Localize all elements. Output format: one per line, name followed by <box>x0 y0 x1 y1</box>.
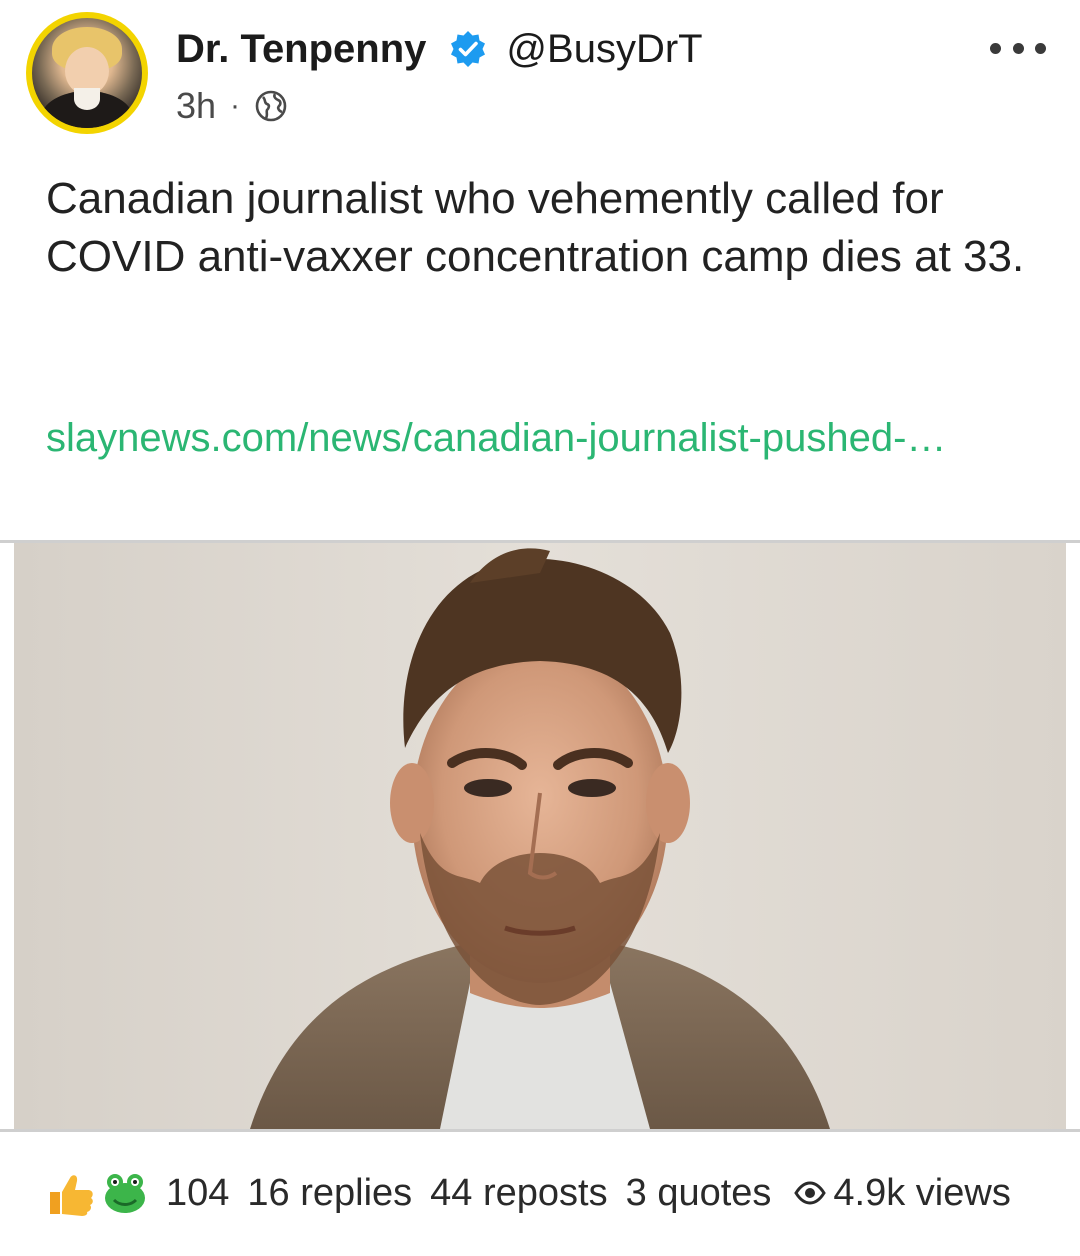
reactions-count[interactable]: 104 <box>166 1172 229 1215</box>
meta-separator: · <box>230 89 241 122</box>
post-link[interactable]: slaynews.com/news/canadian-journalist-pu… <box>46 410 1026 467</box>
globe-icon <box>255 90 287 122</box>
reaction-icons[interactable] <box>44 1168 152 1218</box>
replies-count[interactable]: 16 replies <box>247 1172 412 1215</box>
author-line: Dr. Tenpenny @BusyDrT <box>176 24 703 74</box>
quotes-count[interactable]: 3 quotes <box>626 1172 772 1215</box>
more-dot <box>1012 42 1024 54</box>
more-dot <box>1035 42 1046 54</box>
post-stats: 104 16 replies 44 reposts 3 quotes 4.9k … <box>0 1150 1080 1236</box>
views-count: 4.9k views <box>793 1171 1011 1215</box>
display-name[interactable]: Dr. Tenpenny <box>176 27 426 72</box>
post-meta: 3h · <box>176 84 288 128</box>
author-handle[interactable]: @BusyDrT <box>506 27 702 72</box>
post-text: Canadian journalist who vehemently calle… <box>46 174 1025 281</box>
avatar[interactable] <box>26 12 148 134</box>
verified-badge-icon <box>451 31 486 67</box>
portrait-photo <box>14 543 1066 1129</box>
more-options-button[interactable] <box>990 30 1046 66</box>
frog-emoji-icon <box>105 1174 145 1213</box>
more-dot <box>990 42 1001 54</box>
reposts-count[interactable]: 44 reposts <box>430 1172 607 1215</box>
thumbs-up-icon <box>50 1175 93 1216</box>
post-header: Dr. Tenpenny @BusyDrT 3h · <box>0 0 1080 150</box>
views-label: 4.9k views <box>833 1171 1011 1214</box>
eye-icon <box>794 1181 827 1205</box>
post-image[interactable] <box>0 540 1080 1132</box>
post-time: 3h <box>176 85 217 126</box>
avatar-photo <box>32 18 142 128</box>
